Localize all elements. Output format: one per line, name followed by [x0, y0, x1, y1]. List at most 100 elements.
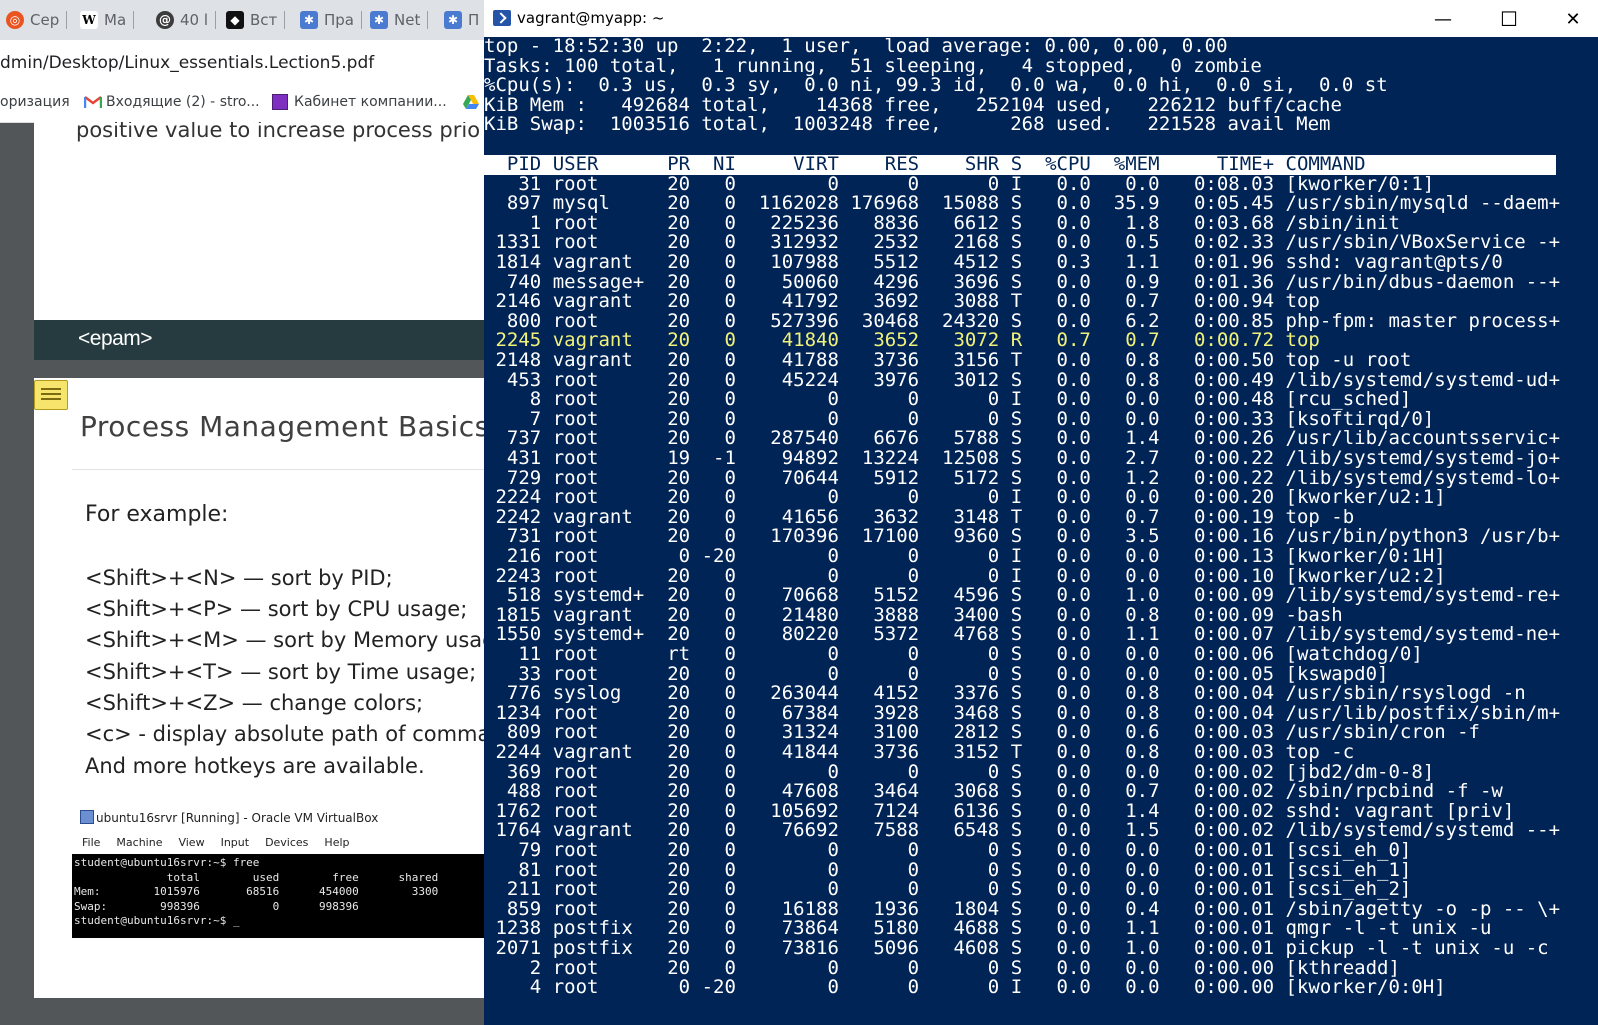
hotkey-line: <Shift>+<T> — sort by Time usage;	[85, 660, 477, 684]
cell-ni: 0	[724, 584, 736, 607]
process-row: 453 root 20 0 45224 3976 3012 S 0.0 0.8 0:00.49/li…	[484, 370, 1598, 391]
minimize-button[interactable]: —	[1428, 6, 1458, 32]
bookmark-item[interactable]: Входящие (2) - stro...	[83, 94, 260, 110]
browser-tab-0[interactable]: ◎ Сер	[6, 6, 68, 34]
cell-res: 5512	[873, 251, 920, 273]
terminal-window: vagrant@myapp: ~ — ☐ ✕ top - 18:52:30 up…	[484, 0, 1598, 1025]
column-header-mem: %MEM	[1113, 153, 1160, 175]
virtualbox-screenshot: ubuntu16srvr [Running] - Oracle VM Virtu…	[72, 802, 484, 938]
puzzle-icon: ✱	[444, 11, 462, 29]
process-row: 1550 systemd+ 20 0 80220 5372 4768 S 0.0 1.1 0:00.…	[484, 625, 1598, 645]
cell-cpu: 0.0	[1056, 741, 1091, 763]
hotkey-line: <Shift>+<N> — sort by PID;	[85, 566, 393, 590]
cell-mem: 35.9	[1113, 192, 1160, 215]
address-bar[interactable]: dmin/Desktop/Linux_essentials.Lection5.p…	[0, 40, 484, 84]
cell-mem: 1.0	[1125, 937, 1160, 959]
cell-res: 13224	[861, 447, 920, 469]
cell-pid: 11	[518, 643, 542, 665]
bookmark-item[interactable]	[462, 94, 479, 109]
vbox-menu-item: Machine	[116, 836, 163, 849]
cell-mem: 1.1	[1125, 251, 1160, 273]
bookmark-item[interactable]: Кабинет компании...	[272, 94, 447, 110]
column-header-ni: NI	[713, 153, 736, 175]
cell-res: 0	[907, 878, 920, 901]
browser-tab-6[interactable]: ✱ П	[444, 6, 479, 34]
cell-res: 3736	[873, 349, 920, 371]
browser-tab-1[interactable]: W Ма	[80, 6, 135, 34]
cell-ni: -1	[713, 447, 736, 469]
cell-user: vagrant	[552, 251, 633, 273]
cell-shr: 4608	[953, 937, 1000, 959]
cell-state: I	[1010, 388, 1023, 411]
bookmark-label: Кабинет компании...	[294, 94, 447, 110]
address-url[interactable]: dmin/Desktop/Linux_essentials.Lection5.p…	[0, 53, 374, 73]
cell-shr: 0	[987, 545, 1000, 567]
cell-pid: 211	[506, 878, 542, 901]
pdf-page: Process Management Basics For example: <…	[34, 378, 484, 998]
cell-virt: 0	[827, 545, 839, 567]
cell-command: [kworker/0:1H]	[1285, 545, 1446, 567]
cell-pid: 431	[506, 447, 542, 469]
title-divider	[72, 469, 484, 470]
cell-user: root	[552, 388, 599, 411]
tab-separator	[427, 11, 429, 29]
cell-ni: 0	[724, 643, 736, 665]
cell-mem: 0.0	[1125, 839, 1160, 861]
cell-pr: 20	[667, 780, 691, 803]
cell-time: 0:00.06	[1193, 643, 1275, 665]
hotkey-line: And more hotkeys are available.	[85, 754, 425, 778]
terminal-titlebar[interactable]: vagrant@myapp: ~ — ☐ ✕	[484, 0, 1598, 37]
cell-virt: 0	[827, 858, 839, 881]
cell-virt: 0	[827, 956, 839, 979]
cell-pr: 20	[667, 251, 691, 273]
console-line: student@ubuntu16srvr:~$ _	[74, 914, 240, 927]
cell-virt: 70644	[781, 466, 839, 489]
cell-command: /sbin/rpcbind -f -w	[1285, 780, 1503, 803]
column-header-pid: PID	[506, 153, 542, 175]
close-button[interactable]: ✕	[1558, 6, 1588, 32]
maximize-button[interactable]: ☐	[1494, 6, 1524, 32]
cell-command: top	[1285, 290, 1320, 313]
cell-shr: 0	[987, 388, 1000, 411]
column-header-user: USER	[552, 153, 599, 175]
cell-cpu: 0.0	[1056, 682, 1091, 705]
browser-tab-2[interactable]: @ 40 l	[156, 6, 217, 34]
process-row: 216 root 0 -20 0 0 0 I 0.0 0.0 0:00.13 [kworker/0:1…	[484, 545, 1598, 567]
cell-pid: 776	[506, 682, 542, 705]
browser-tab-5[interactable]: ✱ Net	[370, 6, 429, 34]
cell-cpu: 0.0	[1056, 388, 1091, 411]
cell-user: root	[552, 486, 599, 509]
browser-tab-4[interactable]: ✱ Пра	[300, 6, 362, 34]
tab-label: Пра	[324, 11, 354, 29]
cell-shr: 3152	[953, 741, 1000, 763]
process-row: 2146 vagrant 20 0 41792 3692 3088 T 0.0 0.7 0:00.9…	[484, 292, 1598, 312]
comment-note-icon[interactable]	[34, 380, 68, 410]
cell-ni: 0	[724, 349, 736, 371]
cell-res: 0	[907, 545, 920, 567]
cell-state: S	[1010, 780, 1023, 803]
process-row: 740 message+ 20 0 50060 4296 3696 S 0.0 0.9 0:01.3…	[484, 272, 1598, 293]
process-table-header: PID USER PR NI VIRT RES SHR S %CPU %MEM TIME+ COMMA…	[484, 153, 1598, 175]
cell-mem: 0.0	[1125, 643, 1160, 665]
vbox-menu-item: File	[82, 836, 101, 849]
cell-pid: 488	[506, 780, 542, 803]
cell-state: S	[1010, 643, 1023, 665]
cell-shr: 12508	[942, 447, 1000, 469]
cell-mem: 0.8	[1125, 682, 1160, 705]
cell-mem: 2.7	[1125, 447, 1160, 469]
cell-res: 3736	[873, 741, 920, 763]
column-header-time: TIME+	[1216, 153, 1275, 175]
cell-command: top -c	[1285, 741, 1355, 763]
cell-pr: 0	[678, 545, 691, 567]
epam-logo: <epam>	[78, 327, 153, 350]
column-header-pr: PR	[667, 153, 691, 175]
process-row: 518 systemd+ 20 0 70668 5152 4596 S 0.0 1.0 0:00.0…	[484, 586, 1598, 606]
cell-time: 0:00.13	[1193, 545, 1275, 567]
bookmark-item[interactable]: оризация	[0, 94, 70, 110]
terminal-screen[interactable]: top - 18:52:30 up 2:22, 1 user, load ave…	[484, 37, 1598, 1025]
browser-tab-3[interactable]: ◆ Вст	[226, 6, 286, 34]
vbox-menu-item: Help	[324, 836, 350, 849]
cell-cpu: 0.0	[1056, 839, 1091, 861]
cell-res: 3692	[873, 290, 920, 313]
cell-shr: 0	[987, 643, 1000, 665]
